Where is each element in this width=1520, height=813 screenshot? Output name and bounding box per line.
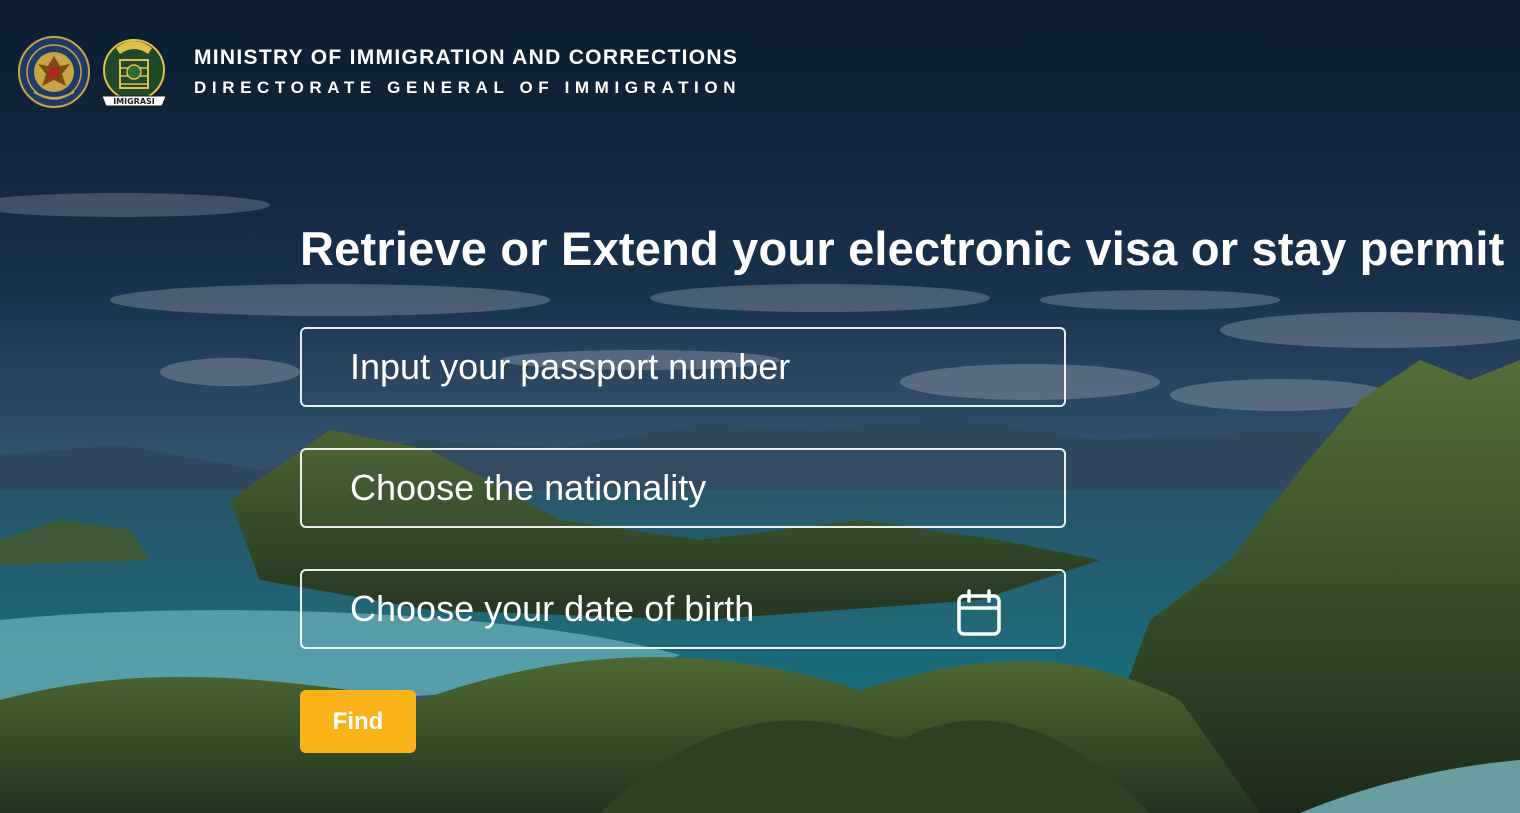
page-title: Retrieve or Extend your electronic visa … (300, 222, 1505, 275)
passport-number-input[interactable]: Input your passport number (300, 327, 1066, 407)
retrieve-visa-form: Retrieve or Extend your electronic visa … (300, 218, 1505, 753)
date-of-birth-placeholder: Choose your date of birth (350, 588, 755, 629)
nationality-placeholder: Choose the nationality (350, 467, 707, 508)
find-button[interactable]: Find (300, 690, 416, 753)
nationality-select[interactable]: Choose the nationality (300, 448, 1066, 528)
calendar-icon[interactable] (956, 589, 1002, 637)
passport-number-placeholder: Input your passport number (350, 346, 791, 387)
date-of-birth-picker[interactable]: Choose your date of birth (300, 569, 1066, 649)
ministry-title: MINISTRY OF IMMIGRATION AND CORRECTIONS (194, 46, 739, 69)
site-header: IMIGRASI MINISTRY OF IMMIGRATION AND COR… (16, 32, 741, 112)
directorate-subtitle: DIRECTORATE GENERAL OF IMMIGRATION (194, 78, 742, 97)
republic-emblem-logo (16, 34, 92, 110)
svg-text:IMIGRASI: IMIGRASI (113, 97, 155, 106)
imigrasi-logo: IMIGRASI (96, 34, 172, 110)
